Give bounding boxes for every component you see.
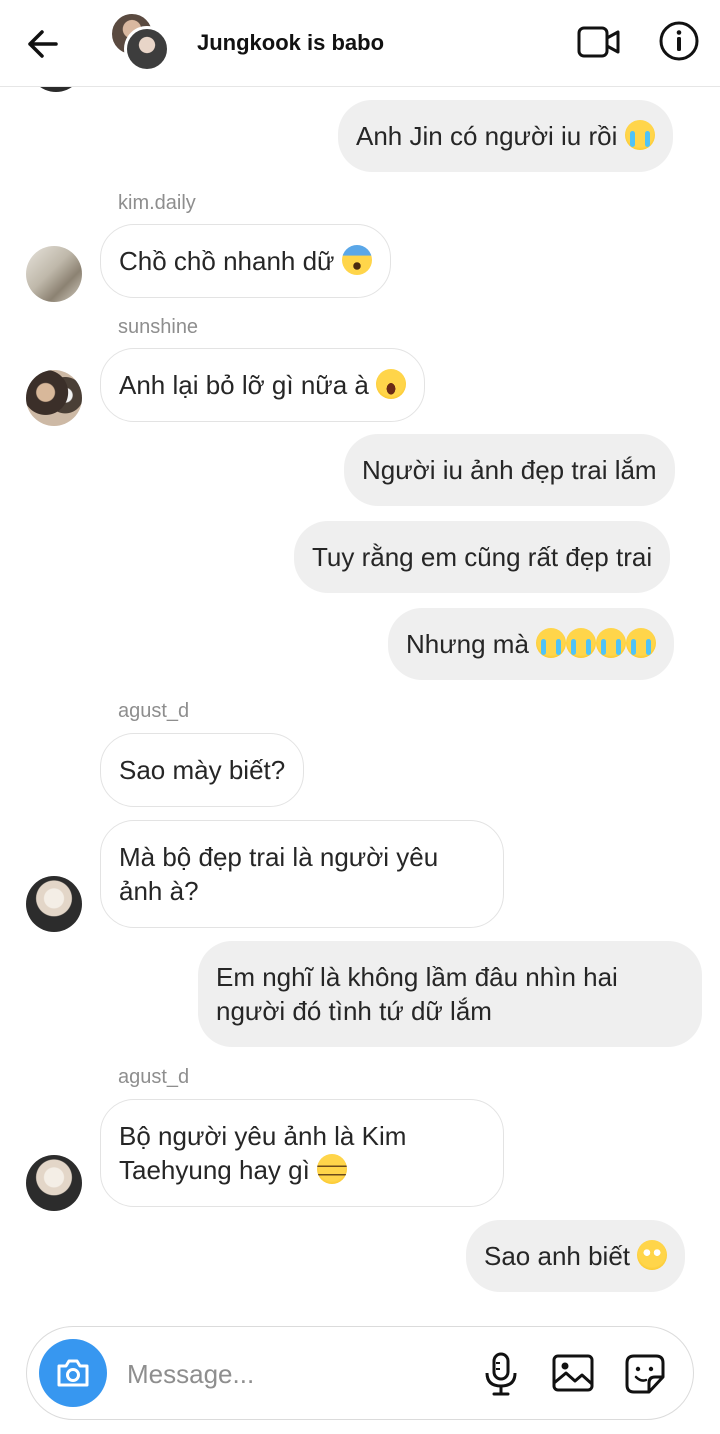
message-text: Chồ chồ nhanh dữ bbox=[119, 246, 335, 276]
message-bubble-incoming[interactable]: Sao mày biết? bbox=[100, 733, 305, 807]
message-bubble-outgoing[interactable]: Người iu ảnh đẹp trai lắm bbox=[344, 434, 675, 506]
loudly-crying-face-icon bbox=[536, 628, 567, 658]
sender-name: agust_d bbox=[118, 1066, 190, 1088]
sticker-icon[interactable] bbox=[623, 1353, 667, 1395]
truncated-sender-name bbox=[118, 1306, 218, 1316]
message-text: Nhưng mà bbox=[406, 629, 529, 659]
loudly-crying-face-icon bbox=[596, 628, 627, 658]
chat-title[interactable]: Jungkook is babo bbox=[197, 30, 384, 56]
back-arrow-icon[interactable] bbox=[22, 24, 66, 64]
sender-name: sunshine bbox=[118, 316, 199, 338]
loudly-crying-face-icon bbox=[566, 628, 597, 658]
message-text-line: Taehyung hay gì bbox=[119, 1155, 310, 1185]
message-text-line: ảnh à? bbox=[119, 876, 199, 906]
message-text: Anh Jin có người iu rồi bbox=[356, 121, 618, 151]
message-bubble-outgoing[interactable]: Anh Jin có người iu rồi bbox=[338, 100, 673, 172]
avatar bbox=[124, 26, 170, 72]
avatar[interactable] bbox=[26, 246, 82, 302]
message-text: Người iu ảnh đẹp trai lắm bbox=[362, 455, 657, 485]
gallery-icon[interactable] bbox=[551, 1353, 595, 1393]
message-bubble-outgoing[interactable]: Em nghĩ là không lầm đâu nhìn hai người … bbox=[198, 941, 702, 1047]
avatar[interactable] bbox=[26, 876, 82, 932]
avatar[interactable] bbox=[26, 370, 82, 426]
message-composer bbox=[26, 1326, 694, 1420]
group-avatar[interactable] bbox=[110, 12, 170, 72]
unamused-face-icon bbox=[317, 1154, 348, 1184]
message-bubble-outgoing[interactable]: Nhưng mà bbox=[388, 608, 675, 680]
message-bubble-incoming[interactable]: Mà bộ đẹp trai là người yêu ảnh à? bbox=[100, 820, 504, 928]
message-bubble-incoming[interactable]: Anh lại bỏ lỡ gì nữa à bbox=[100, 348, 426, 422]
face-screaming-in-fear-icon bbox=[341, 245, 372, 275]
message-text: Tuy rằng em cũng rất đẹp trai bbox=[312, 542, 653, 572]
loudly-crying-face-icon bbox=[626, 628, 657, 658]
camera-icon bbox=[57, 1359, 89, 1387]
video-call-icon[interactable] bbox=[576, 22, 622, 62]
message-bubble-outgoing[interactable]: Sao anh biết bbox=[466, 1220, 686, 1292]
message-text-line: người đó tình tứ dữ lắm bbox=[216, 996, 492, 1026]
chat-header: Jungkook is babo bbox=[0, 0, 720, 87]
sender-name: kim.daily bbox=[118, 192, 196, 214]
grinning-face-icon bbox=[376, 369, 407, 399]
message-bubble-incoming[interactable]: Bộ người yêu ảnh là Kim Taehyung hay gì bbox=[100, 1099, 504, 1207]
message-text: Anh lại bỏ lỡ gì nữa à bbox=[119, 370, 369, 400]
camera-button[interactable] bbox=[39, 1339, 107, 1407]
message-bubble-incoming[interactable]: Chồ chồ nhanh dữ bbox=[100, 224, 391, 298]
loudly-crying-face-icon bbox=[624, 120, 655, 150]
avatar[interactable] bbox=[26, 1155, 82, 1211]
message-input[interactable] bbox=[125, 1353, 469, 1395]
microphone-icon[interactable] bbox=[481, 1351, 521, 1397]
info-icon[interactable] bbox=[658, 20, 700, 62]
message-bubble-outgoing[interactable]: Tuy rằng em cũng rất đẹp trai bbox=[294, 521, 671, 593]
flushed-face-icon bbox=[637, 1240, 668, 1270]
message-text-line: Em nghĩ là không lầm đâu nhìn hai bbox=[216, 962, 618, 992]
message-text-line: Mà bộ đẹp trai là người yêu bbox=[119, 842, 439, 872]
message-text-line: Bộ người yêu ảnh là Kim bbox=[119, 1121, 407, 1151]
message-text: Sao anh biết bbox=[484, 1241, 631, 1271]
sender-name: agust_d bbox=[118, 700, 190, 722]
message-text: Sao mày biết? bbox=[119, 755, 286, 785]
